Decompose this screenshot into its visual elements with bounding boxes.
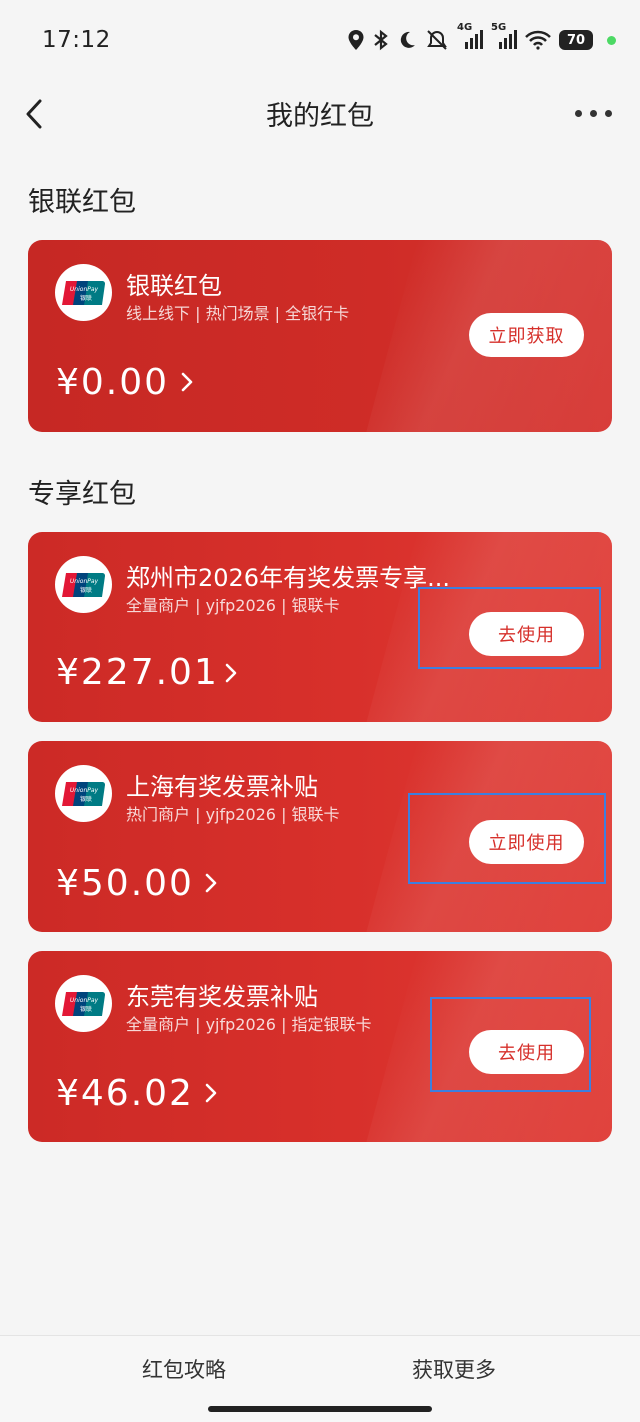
status-bar: 17:12 4G 5G 70: [0, 0, 640, 80]
svg-text:UnionPay: UnionPay: [69, 286, 98, 293]
red-packet-card[interactable]: UnionPay 银联 东莞有奖发票补贴 全量商户 | yjfp2026 | 指定…: [28, 951, 612, 1142]
signal-5g-label: 5G: [491, 22, 507, 33]
svg-text:银联: 银联: [79, 294, 91, 302]
svg-text:UnionPay: UnionPay: [69, 997, 98, 1004]
svg-text:银联: 银联: [79, 1005, 91, 1013]
wifi-icon: [525, 30, 551, 50]
more-options-icon[interactable]: [575, 110, 612, 117]
chevron-right-icon[interactable]: [224, 662, 238, 684]
svg-text:UnionPay: UnionPay: [69, 578, 98, 585]
highlight-box: [430, 997, 591, 1092]
highlight-box: [418, 587, 601, 669]
unionpay-logo: UnionPay 银联: [55, 765, 112, 822]
svg-text:UnionPay: UnionPay: [69, 787, 98, 794]
card-desc: 线上线下 | 热门场景 | 全银行卡: [126, 304, 350, 323]
location-icon: [347, 29, 365, 51]
claim-button[interactable]: 立即获取: [469, 313, 584, 357]
back-arrow-icon[interactable]: [18, 94, 58, 134]
red-packet-card[interactable]: UnionPay 银联 上海有奖发票补贴 热门商户 | yjfp2026 | 银联…: [28, 741, 612, 932]
tab-strategy[interactable]: 红包攻略: [142, 1354, 226, 1384]
card-amount: ¥227.01: [56, 652, 219, 693]
svg-text:银联: 银联: [79, 795, 91, 803]
section-title-unionpay: 银联红包: [28, 187, 136, 218]
page-title: 我的红包: [266, 100, 374, 132]
card-desc: 热门商户 | yjfp2026 | 银联卡: [126, 805, 340, 824]
card-amount: ¥46.02: [56, 1073, 194, 1114]
card-amount: ¥0.00: [56, 362, 170, 403]
chevron-right-icon[interactable]: [204, 872, 218, 894]
battery-icon: 70: [559, 30, 593, 50]
status-time: 17:12: [42, 27, 111, 53]
unionpay-logo: UnionPay 银联: [55, 264, 112, 321]
signal-4g-icon: 4G: [457, 22, 483, 50]
tab-get-more[interactable]: 获取更多: [412, 1354, 496, 1384]
svg-text:银联: 银联: [79, 586, 91, 594]
signal-5g-icon: 5G: [491, 22, 517, 50]
card-name: 郑州市2026年有奖发票专享...: [126, 564, 450, 592]
status-icons: 4G 5G 70: [347, 22, 616, 51]
chevron-right-icon[interactable]: [204, 1082, 218, 1104]
bluetooth-icon: [373, 29, 389, 51]
card-desc: 全量商户 | yjfp2026 | 银联卡: [126, 596, 340, 615]
highlight-box: [408, 793, 606, 884]
mute-icon: [425, 29, 449, 51]
home-indicator[interactable]: [208, 1406, 432, 1412]
card-name: 上海有奖发票补贴: [126, 773, 318, 801]
card-name: 东莞有奖发票补贴: [126, 983, 318, 1011]
chevron-right-icon[interactable]: [180, 371, 194, 393]
red-packet-card[interactable]: UnionPay 银联 郑州市2026年有奖发票专享... 全量商户 | yjfp…: [28, 532, 612, 722]
unionpay-logo: UnionPay 银联: [55, 556, 112, 613]
section-title-exclusive: 专享红包: [28, 479, 136, 510]
card-name: 银联红包: [126, 272, 222, 300]
charging-dot-icon: [607, 35, 616, 45]
moon-icon: [397, 30, 417, 50]
unionpay-logo: UnionPay 银联: [55, 975, 112, 1032]
signal-4g-label: 4G: [457, 22, 473, 33]
nav-bar: 我的红包: [0, 80, 640, 146]
card-desc: 全量商户 | yjfp2026 | 指定银联卡: [126, 1015, 372, 1034]
card-amount: ¥50.00: [56, 863, 194, 904]
red-packet-card[interactable]: UnionPay 银联 银联红包 线上线下 | 热门场景 | 全银行卡 ¥0.00…: [28, 240, 612, 432]
